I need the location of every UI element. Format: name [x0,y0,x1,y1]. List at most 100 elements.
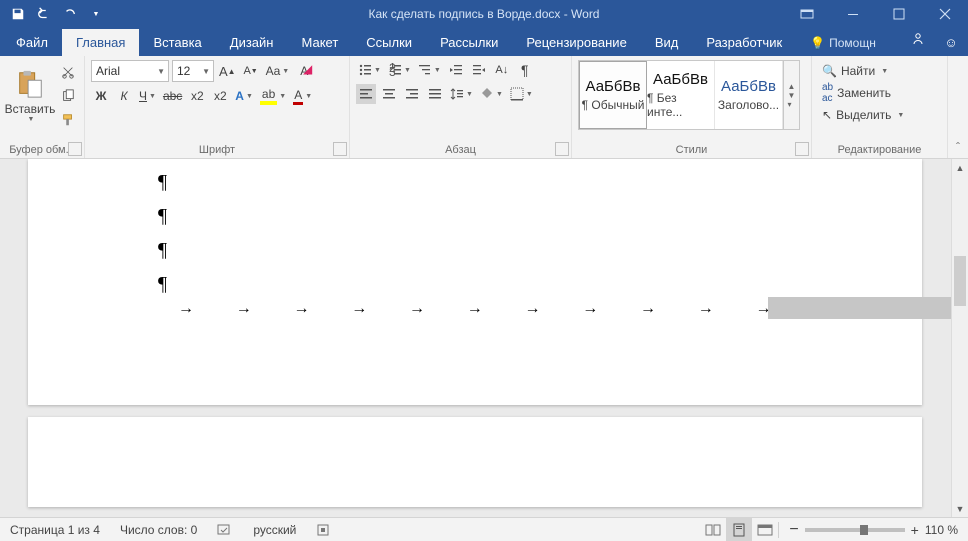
show-marks-button[interactable]: ¶ [515,60,535,80]
tab-view[interactable]: Вид [641,29,693,56]
tab-layout[interactable]: Макет [287,29,352,56]
copy-button[interactable] [58,86,78,106]
cut-button[interactable] [58,62,78,82]
gallery-more-button[interactable]: ▲▼▾ [783,61,799,129]
vertical-scrollbar[interactable]: ▲ ▼ [951,159,968,517]
tab-design[interactable]: Дизайн [216,29,288,56]
shrink-font-button[interactable]: A▼ [241,61,261,81]
macro-status[interactable] [306,518,340,541]
text-effects-button[interactable]: A▼ [233,86,255,106]
multilevel-button[interactable]: ▼ [416,60,443,80]
print-layout-button[interactable] [726,518,752,541]
strike-button[interactable]: abc [161,86,184,106]
tab-mailings[interactable]: Рассылки [426,29,512,56]
qat-customize-button[interactable]: ▼ [84,2,108,26]
status-bar: Страница 1 из 4 Число слов: 0 русский − … [0,517,968,541]
tab-developer[interactable]: Разработчик [692,29,796,56]
font-size-combo[interactable]: 12▼ [172,60,214,82]
change-case-button[interactable]: Aa▼ [264,61,292,81]
chevron-down-icon: ▼ [28,116,35,123]
maximize-button[interactable] [876,0,922,28]
bold-button[interactable]: Ж [91,86,111,106]
font-color-button[interactable]: A▼ [291,86,314,106]
justify-button[interactable] [425,84,445,104]
quick-access-toolbar: ▼ [0,0,114,28]
replace-button[interactable]: abacЗаменить [818,82,895,104]
tab-references[interactable]: Ссылки [352,29,426,56]
style-no-spacing[interactable]: АаБбВв¶ Без инте... [647,61,715,129]
page-1[interactable]: ¶ ¶ ¶ ¶ → → → → → → → → → → → → ¶ [28,159,922,405]
find-button[interactable]: 🔍Найти▼ [818,60,892,82]
undo-button[interactable] [32,2,56,26]
tab-file[interactable]: Файл [2,29,62,56]
align-center-button[interactable] [379,84,399,104]
scroll-down-button[interactable]: ▼ [952,500,968,517]
collapse-ribbon-button[interactable]: ˆ [948,56,968,158]
group-styles: АаБбВв¶ Обычный АаБбВв¶ Без инте... АаБб… [572,56,812,158]
zoom-slider[interactable] [805,528,905,532]
ribbon-tabs: Файл Главная Вставка Дизайн Макет Ссылки… [0,28,968,56]
grow-font-button[interactable]: A▲ [217,61,238,81]
style-heading1[interactable]: АаБбВвЗаголово... [715,61,783,129]
minimize-button[interactable] [830,0,876,28]
outdent-button[interactable] [446,60,466,80]
smiley-feedback[interactable]: ☺ [936,29,966,56]
title-bar: ▼ Как сделать подпись в Ворде.docx - Wor… [0,0,968,28]
font-name-combo[interactable]: Arial▼ [91,60,169,82]
bullets-button[interactable]: ▼ [356,60,383,80]
page-count[interactable]: Страница 1 из 4 [0,518,110,541]
borders-button[interactable]: ▼ [508,84,535,104]
share-button[interactable] [896,25,936,56]
redo-button[interactable] [58,2,82,26]
spell-check[interactable] [207,518,243,541]
paragraph-marks: ¶ ¶ ¶ ¶ [158,165,167,301]
web-layout-button[interactable] [752,518,778,541]
zoom-in-button[interactable]: + [911,522,919,538]
styles-gallery[interactable]: АаБбВв¶ Обычный АаБбВв¶ Без инте... АаБб… [578,60,800,130]
italic-button[interactable]: К [114,86,134,106]
language[interactable]: русский [243,518,306,541]
dialog-launcher[interactable] [795,142,809,156]
word-count[interactable]: Число слов: 0 [110,518,207,541]
zoom-thumb[interactable] [860,525,868,535]
format-painter-button[interactable] [58,110,78,130]
group-font: Arial▼ 12▼ A▲ A▼ Aa▼ A◢ Ж К Ч▼ abc x2 x2… [85,56,350,158]
underline-button[interactable]: Ч▼ [137,86,158,106]
tab-insert[interactable]: Вставка [139,29,215,56]
superscript-button[interactable]: x2 [210,86,230,106]
zoom-out-button[interactable]: − [789,521,798,539]
select-button[interactable]: ↖Выделить▼ [818,104,908,126]
save-button[interactable] [6,2,30,26]
clear-format-button[interactable]: A◢ [294,61,314,81]
ribbon-display-button[interactable] [784,0,830,28]
line-spacing-button[interactable]: ▼ [448,84,475,104]
dialog-launcher[interactable] [68,142,82,156]
align-right-button[interactable] [402,84,422,104]
subscript-button[interactable]: x2 [187,86,207,106]
dialog-launcher[interactable] [333,142,347,156]
indent-button[interactable] [469,60,489,80]
style-normal[interactable]: АаБбВв¶ Обычный [579,61,647,129]
document-area: ¶ ¶ ¶ ¶ → → → → → → → → → → → → ¶ ▲ ▼ [0,159,968,517]
scroll-up-button[interactable]: ▲ [952,159,968,176]
paste-button[interactable]: Вставить ▼ [6,58,54,132]
shading-button[interactable]: ▼ [478,84,505,104]
numbering-button[interactable]: 123▼ [386,60,413,80]
tab-home[interactable]: Главная [62,29,139,56]
page-2[interactable] [28,417,922,507]
align-left-button[interactable] [356,84,376,104]
zoom-value[interactable]: 110 % [925,523,958,537]
search-icon: 🔍 [822,64,837,78]
zoom-controls: − + 110 % [779,518,968,541]
scroll-track[interactable] [952,176,968,500]
scroll-thumb[interactable] [954,256,966,306]
highlight-button[interactable]: ab▼ [258,86,288,106]
tab-line: → → → → → → → → → → → → ¶ [178,297,882,320]
dialog-launcher[interactable] [555,142,569,156]
tell-me[interactable]: 💡Помощн [796,30,890,56]
sort-button[interactable]: А↓ [492,60,512,80]
close-button[interactable] [922,0,968,28]
read-mode-button[interactable] [700,518,726,541]
chevron-down-icon: ▼ [157,67,165,76]
tab-review[interactable]: Рецензирование [512,29,640,56]
